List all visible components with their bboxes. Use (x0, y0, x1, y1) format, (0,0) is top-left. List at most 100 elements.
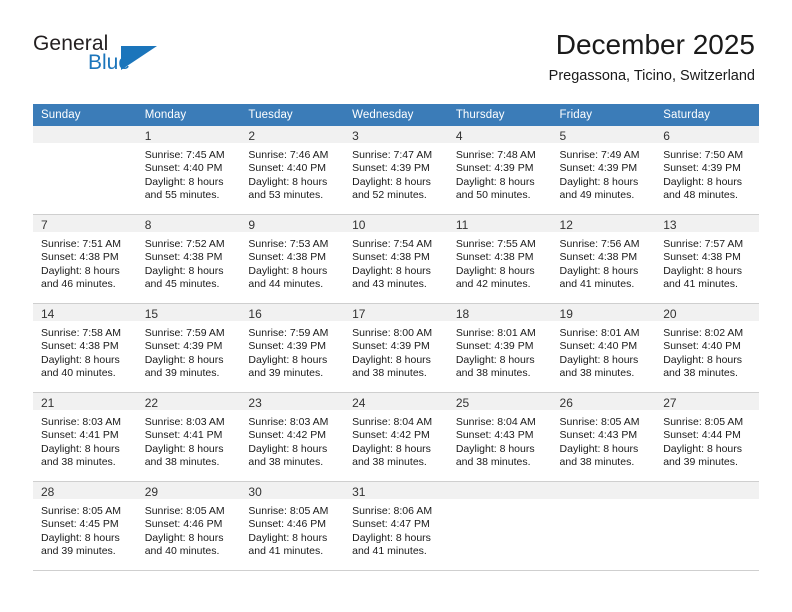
calendar-day-cell[interactable]: 8 Sunrise: 7:52 AM Sunset: 4:38 PM Daylight… (136, 215, 241, 304)
calendar-day-cell[interactable]: 7 Sunrise: 7:51 AM Sunset: 4:38 PM Daylight… (33, 215, 137, 304)
calendar-day-cell[interactable]: 20 Sunrise: 8:02 AM Sunset: 4:40 PM Dayligh… (655, 304, 759, 393)
sunset-text: Sunset: 4:40 PM (248, 162, 327, 175)
calendar-day-cell[interactable]: 23 Sunrise: 8:03 AM Sunset: 4:42 PM Dayligh… (240, 393, 345, 482)
daylight-text-line2: and 50 minutes. (455, 189, 531, 202)
day-number: 24 (352, 396, 366, 410)
day-cell-inner: 15 Sunrise: 7:59 AM Sunset: 4:39 PM Dayligh… (136, 304, 241, 393)
daylight-text-line2: and 52 minutes. (352, 189, 427, 202)
page-header: General Blue December 2025 Pregassona, T… (0, 0, 792, 104)
day-cell-inner: 9 Sunrise: 7:53 AM Sunset: 4:38 PM Daylight… (240, 215, 345, 304)
day-number: 12 (559, 218, 573, 232)
day-cell-body: Sunrise: 7:53 AM Sunset: 4:38 PM Daylight:… (240, 232, 344, 292)
calendar-day-cell[interactable]: 5 Sunrise: 7:49 AM Sunset: 4:39 PM Daylight… (551, 126, 656, 215)
calendar-day-cell[interactable]: 14 Sunrise: 7:58 AM Sunset: 4:38 PM Dayligh… (33, 304, 137, 393)
day-cell-body: Sunrise: 8:01 AM Sunset: 4:39 PM Daylight:… (448, 321, 552, 381)
sunset-text: Sunset: 4:38 PM (41, 340, 119, 353)
sunrise-text: Sunrise: 7:56 AM (559, 238, 640, 250)
calendar-day-cell[interactable]: 31 Sunrise: 8:06 AM Sunset: 4:47 PM Dayligh… (344, 482, 448, 571)
daylight-text-line1: Daylight: 8 hours (144, 264, 224, 277)
day-cell-inner: 11 Sunrise: 7:55 AM Sunset: 4:38 PM Dayligh… (447, 215, 552, 304)
day-number: 7 (41, 218, 48, 232)
calendar-day-cell[interactable]: 25 Sunrise: 8:04 AM Sunset: 4:43 PM Dayligh… (447, 393, 552, 482)
day-cell-inner: 24 Sunrise: 8:04 AM Sunset: 4:42 PM Dayligh… (344, 393, 448, 482)
day-number: 13 (663, 218, 677, 232)
day-number: 10 (352, 218, 366, 232)
daylight-text-line2: and 46 minutes. (41, 278, 116, 291)
calendar-day-cell[interactable]: 21 Sunrise: 8:03 AM Sunset: 4:41 PM Dayligh… (33, 393, 137, 482)
day-number: 25 (455, 396, 470, 410)
calendar-day-cell[interactable]: 16 Sunrise: 7:59 AM Sunset: 4:39 PM Dayligh… (240, 304, 345, 393)
calendar-day-cell[interactable]: 12 Sunrise: 7:56 AM Sunset: 4:38 PM Dayligh… (551, 215, 656, 304)
calendar-day-cell[interactable]: 4 Sunrise: 7:48 AM Sunset: 4:39 PM Daylight… (447, 126, 552, 215)
daylight-text-line2: and 38 minutes. (144, 456, 220, 469)
sunrise-text: Sunrise: 7:47 AM (352, 149, 433, 161)
sunrise-text: Sunrise: 7:59 AM (144, 327, 225, 339)
calendar-day-cell[interactable]: 10 Sunrise: 7:54 AM Sunset: 4:38 PM Dayligh… (344, 215, 448, 304)
weekday-header-monday: Monday (136, 104, 241, 126)
calendar-day-cell[interactable]: 3 Sunrise: 7:47 AM Sunset: 4:39 PM Daylight… (344, 126, 448, 215)
calendar-day-cell (551, 482, 656, 571)
calendar-day-cell[interactable]: 24 Sunrise: 8:04 AM Sunset: 4:42 PM Dayligh… (344, 393, 448, 482)
day-cell-inner: 16 Sunrise: 7:59 AM Sunset: 4:39 PM Dayligh… (240, 304, 345, 393)
day-cell-body: Sunrise: 8:05 AM Sunset: 4:46 PM Daylight:… (137, 499, 241, 559)
general-blue-logo[interactable]: General Blue (33, 33, 233, 83)
day-number-bar: 3 (344, 126, 448, 143)
weekday-header-saturday: Saturday (655, 104, 759, 126)
calendar-day-cell[interactable]: 15 Sunrise: 7:59 AM Sunset: 4:39 PM Dayligh… (136, 304, 241, 393)
sunset-text: Sunset: 4:40 PM (559, 340, 638, 353)
calendar-week-row: 28 Sunrise: 8:05 AM Sunset: 4:45 PM Dayligh… (33, 482, 759, 571)
calendar-day-cell (447, 482, 552, 571)
day-number-bar: 23 (240, 393, 345, 410)
day-cell-inner: 22 Sunrise: 8:03 AM Sunset: 4:41 PM Dayligh… (136, 393, 241, 482)
daylight-text-line2: and 38 minutes. (559, 456, 635, 469)
calendar-day-cell[interactable]: 29 Sunrise: 8:05 AM Sunset: 4:46 PM Dayligh… (136, 482, 241, 571)
calendar-day-cell[interactable]: 17 Sunrise: 8:00 AM Sunset: 4:39 PM Dayligh… (344, 304, 448, 393)
calendar-day-cell[interactable]: 2 Sunrise: 7:46 AM Sunset: 4:40 PM Daylight… (240, 126, 345, 215)
sunrise-text: Sunrise: 8:03 AM (248, 416, 329, 428)
calendar-day-cell[interactable]: 30 Sunrise: 8:05 AM Sunset: 4:46 PM Dayligh… (240, 482, 345, 571)
calendar-day-cell[interactable]: 22 Sunrise: 8:03 AM Sunset: 4:41 PM Dayligh… (136, 393, 241, 482)
calendar-day-cell[interactable]: 18 Sunrise: 8:01 AM Sunset: 4:39 PM Dayligh… (447, 304, 552, 393)
calendar-day-cell[interactable]: 11 Sunrise: 7:55 AM Sunset: 4:38 PM Dayligh… (447, 215, 552, 304)
daylight-text-line2: and 39 minutes. (144, 367, 220, 380)
day-number: 23 (248, 396, 262, 410)
sunset-text: Sunset: 4:39 PM (663, 162, 741, 175)
calendar-week-row: 21 Sunrise: 8:03 AM Sunset: 4:41 PM Dayligh… (33, 393, 759, 482)
daylight-text-line1: Daylight: 8 hours (663, 175, 743, 188)
logo-text-blue: Blue (88, 51, 131, 74)
calendar-day-cell[interactable]: 1 Sunrise: 7:45 AM Sunset: 4:40 PM Daylight… (136, 126, 241, 215)
calendar-day-cell[interactable]: 9 Sunrise: 7:53 AM Sunset: 4:38 PM Daylight… (240, 215, 345, 304)
day-number: 3 (352, 129, 359, 143)
calendar-day-cell[interactable]: 13 Sunrise: 7:57 AM Sunset: 4:38 PM Dayligh… (655, 215, 759, 304)
weekday-header-wednesday: Wednesday (344, 104, 448, 126)
day-cell-body: Sunrise: 7:54 AM Sunset: 4:38 PM Daylight:… (344, 232, 448, 292)
day-number-bar: 18 (447, 304, 552, 321)
daylight-text-line1: Daylight: 8 hours (663, 442, 743, 455)
day-cell-inner: 12 Sunrise: 7:56 AM Sunset: 4:38 PM Dayligh… (551, 215, 656, 304)
calendar-day-cell[interactable]: 27 Sunrise: 8:05 AM Sunset: 4:44 PM Dayligh… (655, 393, 759, 482)
calendar-day-cell[interactable]: 6 Sunrise: 7:50 AM Sunset: 4:39 PM Daylight… (655, 126, 759, 215)
day-number-bar: 20 (655, 304, 759, 321)
daylight-text-line2: and 41 minutes. (352, 545, 427, 558)
daylight-text-line1: Daylight: 8 hours (663, 264, 743, 277)
day-number-bar: 10 (344, 215, 448, 232)
day-cell-inner: 13 Sunrise: 7:57 AM Sunset: 4:38 PM Dayligh… (655, 215, 759, 304)
sunset-text: Sunset: 4:44 PM (663, 429, 741, 442)
day-number: 2 (248, 129, 256, 143)
calendar-day-cell[interactable]: 19 Sunrise: 8:01 AM Sunset: 4:40 PM Dayligh… (551, 304, 656, 393)
sunrise-text: Sunrise: 8:04 AM (455, 416, 536, 428)
daylight-text-line2: and 49 minutes. (559, 189, 635, 202)
sunrise-text: Sunrise: 8:06 AM (352, 505, 433, 517)
sunrise-text: Sunrise: 7:52 AM (144, 238, 225, 250)
day-cell-body: Sunrise: 7:56 AM Sunset: 4:38 PM Daylight:… (552, 232, 656, 292)
calendar-header-row: Sunday Monday Tuesday Wednesday Thursday… (33, 104, 759, 126)
sunset-text: Sunset: 4:38 PM (455, 251, 534, 264)
calendar-day-cell[interactable]: 28 Sunrise: 8:05 AM Sunset: 4:45 PM Dayligh… (33, 482, 137, 571)
daylight-text-line2: and 38 minutes. (559, 367, 635, 380)
day-cell-inner: 28 Sunrise: 8:05 AM Sunset: 4:45 PM Dayligh… (33, 482, 137, 571)
day-number-bar: 31 (344, 482, 448, 499)
day-cell-inner: 17 Sunrise: 8:00 AM Sunset: 4:39 PM Dayligh… (344, 304, 448, 393)
calendar-day-cell[interactable]: 26 Sunrise: 8:05 AM Sunset: 4:43 PM Dayligh… (551, 393, 656, 482)
sunset-text: Sunset: 4:47 PM (352, 518, 430, 531)
daylight-text-line2: and 38 minutes. (663, 367, 738, 380)
